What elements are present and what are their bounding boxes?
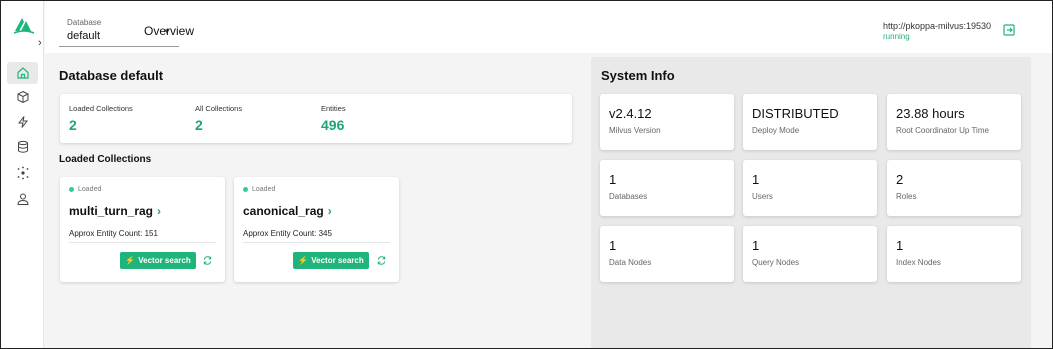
info-card-databases: 1 Databases xyxy=(600,160,734,216)
sidebar-item-system[interactable] xyxy=(7,162,38,184)
entity-count-label: Approx Entity Count: xyxy=(69,229,143,238)
database-stats-card: Loaded Collections 2 All Collections 2 E… xyxy=(60,94,572,143)
bolt-icon: ⚡ xyxy=(298,256,309,265)
collection-link[interactable]: canonical_rag › xyxy=(243,204,332,218)
user-icon xyxy=(16,193,29,205)
vector-search-button[interactable]: ⚡ Vector search xyxy=(293,252,369,269)
stat-value: 2 xyxy=(69,117,77,133)
chevron-right-icon: › xyxy=(157,204,162,218)
logout-icon[interactable] xyxy=(1002,23,1016,37)
bolt-icon xyxy=(17,116,28,128)
system-info-title: System Info xyxy=(601,68,675,83)
database-select-value: default xyxy=(67,30,101,42)
status-dot-icon xyxy=(243,187,248,192)
server-address: http://pkoppa-milvus:19530 xyxy=(883,21,992,31)
milvus-logo[interactable] xyxy=(13,15,35,35)
loaded-collections-title: Loaded Collections xyxy=(59,154,152,165)
info-value: 2 xyxy=(896,172,904,187)
stat-label: Loaded Collections xyxy=(69,104,133,113)
chevron-right-icon: › xyxy=(327,204,332,218)
collection-card: Loaded multi_turn_rag › Approx Entity Co… xyxy=(60,177,225,282)
collection-link[interactable]: multi_turn_rag › xyxy=(69,204,161,218)
entity-count-value: 151 xyxy=(144,229,158,238)
sidebar-item-collections[interactable] xyxy=(7,86,38,108)
page-title: Overview xyxy=(144,24,195,38)
info-label: Data Nodes xyxy=(609,258,652,267)
info-label: Roles xyxy=(896,192,917,201)
home-icon xyxy=(16,67,29,79)
info-card-roles: 2 Roles xyxy=(887,160,1021,216)
collection-status: Loaded xyxy=(69,186,101,193)
stat-value: 2 xyxy=(195,117,203,133)
sidebar: › xyxy=(1,1,44,348)
collection-entity-count: Approx Entity Count: 345 xyxy=(243,229,332,238)
stat-all-collections: All Collections 2 xyxy=(195,104,242,133)
database-title: Database default xyxy=(59,68,164,83)
system-info-panel: System Info v2.4.12 Milvus Version DISTR… xyxy=(591,57,1031,348)
info-label: Databases xyxy=(609,192,648,201)
refresh-icon[interactable] xyxy=(202,255,213,266)
sidebar-item-home[interactable] xyxy=(7,62,38,84)
app-window: › Database default ▼ Overview http://pko… xyxy=(0,0,1053,349)
status-dot-icon xyxy=(69,187,74,192)
sidebar-item-users[interactable] xyxy=(7,188,38,210)
info-label: Milvus Version xyxy=(609,126,661,135)
stat-value: 496 xyxy=(321,117,345,133)
info-value: 1 xyxy=(609,238,617,253)
info-label: Query Nodes xyxy=(752,258,800,267)
database-icon xyxy=(17,140,28,153)
collection-entity-count: Approx Entity Count: 151 xyxy=(69,229,158,238)
entity-count-value: 345 xyxy=(318,229,332,238)
refresh-icon[interactable] xyxy=(376,255,387,266)
top-header: Database default ▼ Overview http://pkopp… xyxy=(45,1,1052,53)
info-value: 23.88 hours xyxy=(896,106,965,121)
cube-icon xyxy=(17,90,28,104)
info-card-data-nodes: 1 Data Nodes xyxy=(600,226,734,282)
info-label: Users xyxy=(752,192,773,201)
sidebar-item-databases[interactable] xyxy=(7,136,38,158)
collection-card: Loaded canonical_rag › Approx Entity Cou… xyxy=(234,177,399,282)
info-value: v2.4.12 xyxy=(609,106,652,121)
info-value: 1 xyxy=(896,238,904,253)
info-value: DISTRIBUTED xyxy=(752,106,839,121)
info-card-deploy-mode: DISTRIBUTED Deploy Mode xyxy=(743,94,877,150)
info-label: Root Coordinator Up Time xyxy=(896,126,989,135)
divider xyxy=(69,242,216,243)
collection-status: Loaded xyxy=(243,186,275,193)
divider xyxy=(243,242,390,243)
entity-count-label: Approx Entity Count: xyxy=(243,229,317,238)
database-select-label: Database xyxy=(67,18,102,27)
info-card-query-nodes: 1 Query Nodes xyxy=(743,226,877,282)
stat-entities: Entities 496 xyxy=(321,104,346,133)
info-card-index-nodes: 1 Index Nodes xyxy=(887,226,1021,282)
sidebar-expand-icon[interactable]: › xyxy=(38,37,42,49)
stat-label: All Collections xyxy=(195,104,243,113)
stat-label: Entities xyxy=(321,104,346,113)
vector-search-label: Vector search xyxy=(311,256,364,265)
info-value: 1 xyxy=(609,172,617,187)
info-value: 1 xyxy=(752,172,760,187)
info-card-uptime: 23.88 hours Root Coordinator Up Time xyxy=(887,94,1021,150)
network-icon xyxy=(17,166,28,180)
collection-status-label: Loaded xyxy=(78,186,102,193)
info-card-users: 1 Users xyxy=(743,160,877,216)
info-card-milvus-version: v2.4.12 Milvus Version xyxy=(600,94,734,150)
info-label: Index Nodes xyxy=(896,258,941,267)
info-label: Deploy Mode xyxy=(752,126,800,135)
collection-name: multi_turn_rag xyxy=(69,204,154,218)
info-value: 1 xyxy=(752,238,760,253)
vector-search-label: Vector search xyxy=(138,256,191,265)
collection-name: canonical_rag xyxy=(243,204,324,218)
server-status: running xyxy=(883,32,910,41)
sidebar-item-search[interactable] xyxy=(7,111,38,133)
stat-loaded-collections: Loaded Collections 2 xyxy=(69,104,133,133)
vector-search-button[interactable]: ⚡ Vector search xyxy=(120,252,196,269)
bolt-icon: ⚡ xyxy=(125,256,136,265)
collection-status-label: Loaded xyxy=(252,186,276,193)
